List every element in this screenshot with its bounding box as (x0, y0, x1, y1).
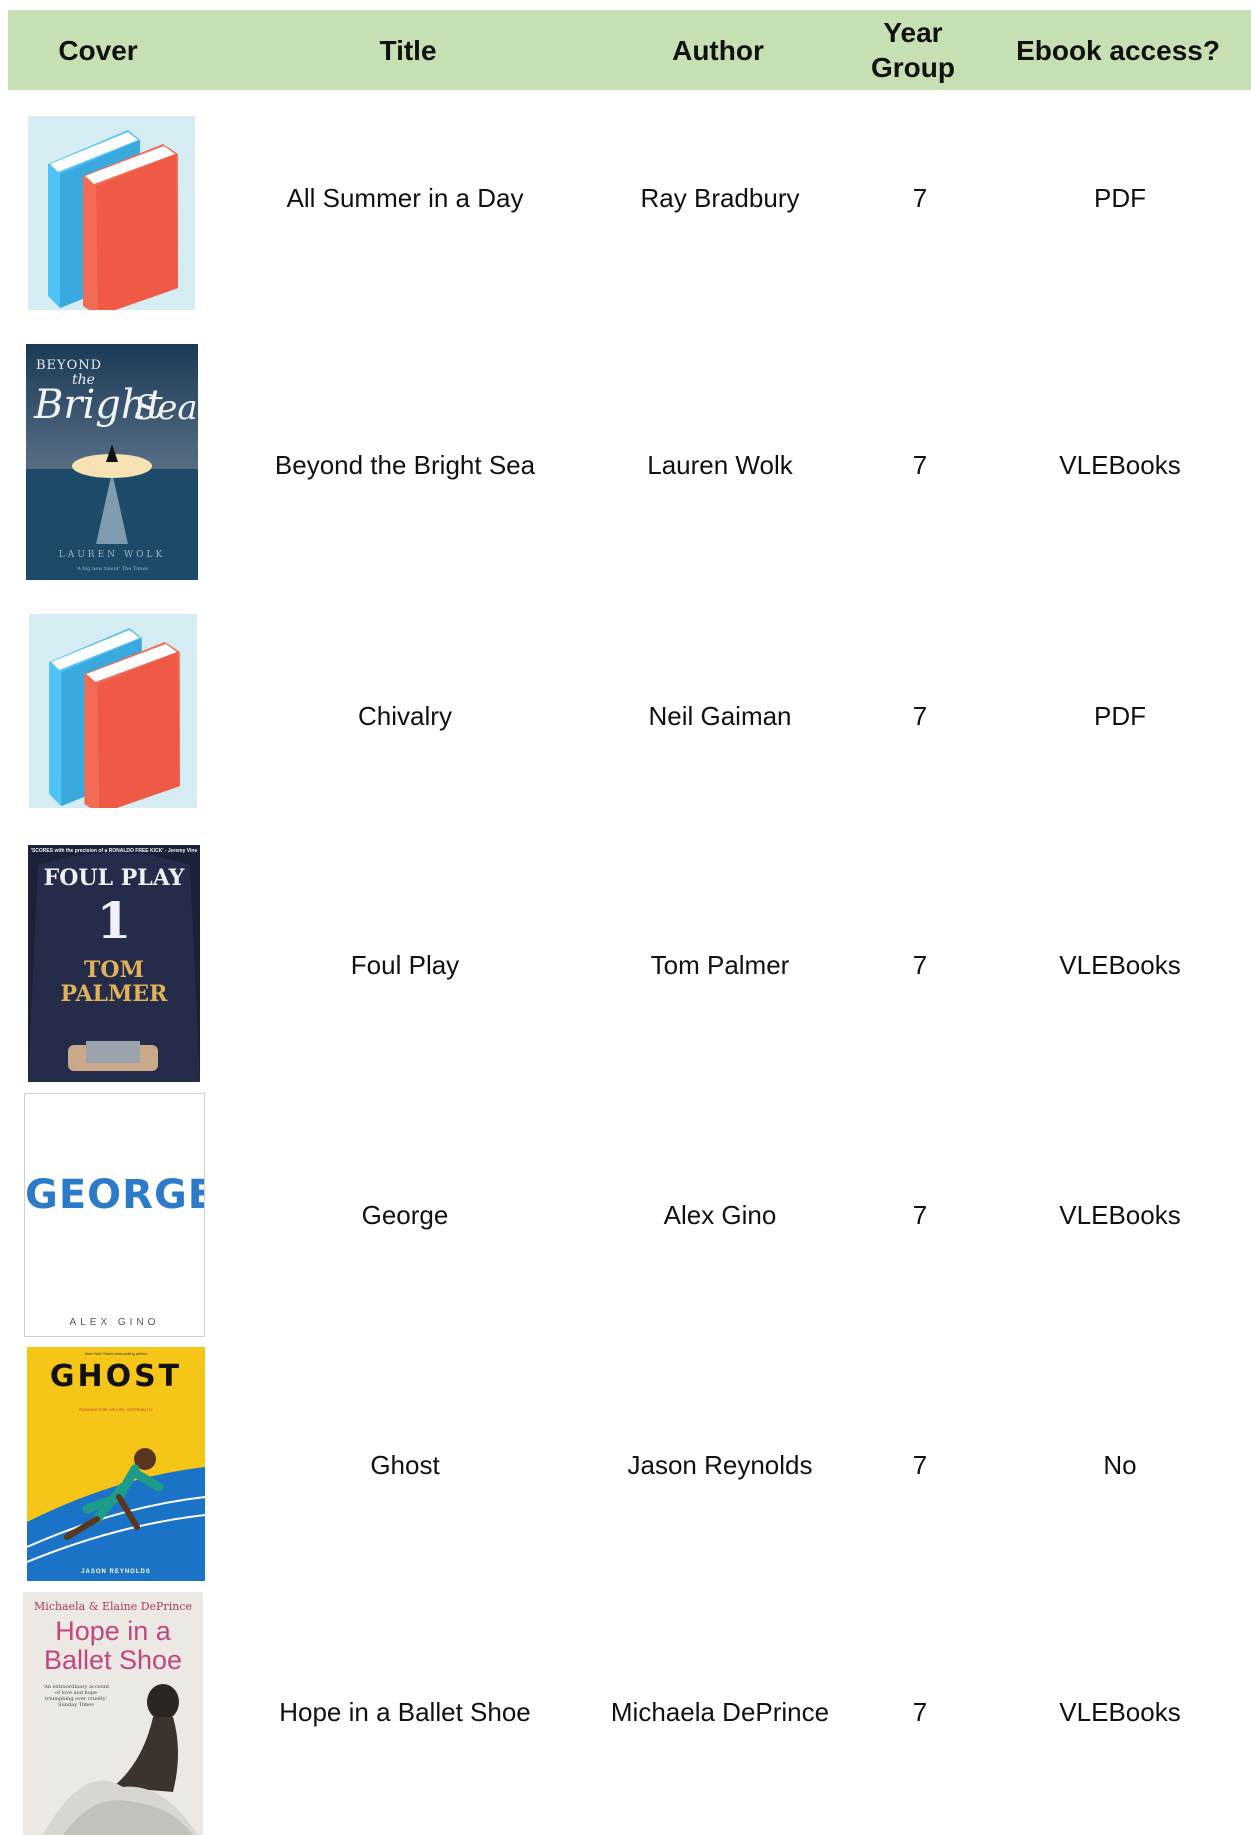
author-cell: Neil Gaiman (648, 700, 792, 731)
cover-title: GEORGE (25, 1172, 205, 1218)
author-cell: Lauren Wolk (647, 449, 793, 480)
table-row: GEORGE ALEX GINO George Alex Gino 7 VLEB… (0, 1090, 1251, 1340)
title-cell: Beyond the Bright Sea (274, 449, 536, 480)
cover-title-line2: Ballet Shoe (43, 1645, 183, 1675)
header-cover: Cover (58, 34, 138, 66)
george-cover: GEORGE ALEX GINO (24, 1093, 205, 1337)
cover-title-line4: Sea (134, 388, 198, 428)
year-cell: 7 (912, 1449, 928, 1480)
header-title: Title (379, 34, 437, 66)
table-row: Chivalry Neil Gaiman 7 PDF (0, 600, 1251, 832)
table-row: BEYOND the Bright Sea LAUREN WOLK 'A big… (0, 336, 1251, 594)
ebook-cell: VLEBooks (1059, 949, 1181, 980)
table-row: Michaela & Elaine DePrince Hope in a Bal… (0, 1590, 1251, 1835)
cover-author: LAUREN WOLK (58, 550, 166, 560)
cover-title-line1: BEYOND (36, 358, 103, 373)
title-cell: Foul Play (350, 949, 460, 980)
author-cell: Ray Bradbury (640, 182, 800, 213)
cover-title: FOUL PLAY (43, 865, 185, 891)
year-cell: 7 (912, 182, 928, 213)
hope-in-a-ballet-shoe-cover: Michaela & Elaine DePrince Hope in a Bal… (23, 1592, 203, 1835)
year-cell: 7 (912, 700, 928, 731)
cover-author: ALEX GINO (69, 1317, 160, 1328)
header-ebook-access: Ebook access? (1016, 34, 1220, 66)
title-cell: George (361, 1199, 449, 1230)
cover-title-line1: Hope in a (55, 1616, 171, 1646)
title-cell: Chivalry (358, 700, 452, 731)
foul-play-cover: 'SCORES with the precision of a RONALDO … (28, 845, 200, 1082)
ebook-cell: VLEBooks (1059, 449, 1181, 480)
ebook-cell: No (1103, 1449, 1137, 1480)
table-header: Cover Title Author Year Group Ebook acce… (8, 10, 1251, 90)
year-cell: 7 (912, 449, 928, 480)
table-row: All Summer in a Day Ray Bradbury 7 PDF (0, 98, 1251, 310)
cover-tagline: RUNNING FOR HIS LIFE, OR FROM IT? (79, 1407, 153, 1412)
cover-author-line1: TOM (84, 957, 144, 983)
year-cell: 7 (912, 949, 928, 980)
author-cell: Tom Palmer (650, 949, 790, 980)
author-cell: Alex Gino (663, 1199, 777, 1230)
ghost-cover: New York Times best-selling author GHOST… (27, 1347, 205, 1581)
ebook-cell: VLEBooks (1059, 1696, 1181, 1727)
beyond-the-bright-sea-cover: BEYOND the Bright Sea LAUREN WOLK 'A big… (26, 344, 198, 580)
table-row: New York Times best-selling author GHOST… (0, 1340, 1251, 1590)
title-cell: All Summer in a Day (286, 182, 524, 213)
cover-tagline: 'SCORES with the precision of a RONALDO … (30, 848, 198, 854)
cover-quote: 'A big new talent' The Times (75, 566, 149, 572)
generic-book-icon (29, 614, 197, 808)
ebook-cell: PDF (1094, 182, 1146, 213)
title-cell: Ghost (370, 1449, 440, 1480)
ebook-cell: PDF (1094, 700, 1146, 731)
cover-quote: 'An extraordinary account of love and ho… (42, 1684, 110, 1708)
author-cell: Michaela DePrince (610, 1696, 830, 1727)
cover-authors: Michaela & Elaine DePrince (34, 1600, 192, 1613)
cover-title: GHOST (49, 1359, 183, 1394)
year-cell: 7 (912, 1696, 928, 1727)
title-cell: Hope in a Ballet Shoe (279, 1696, 531, 1727)
cover-author: JASON REYNOLDS (81, 1569, 151, 1575)
generic-book-icon (28, 116, 195, 310)
header-author: Author (672, 34, 764, 66)
cover-kicker: New York Times best-selling author (84, 1351, 148, 1356)
cover-number: 1 (96, 891, 132, 950)
year-cell: 7 (912, 1199, 928, 1230)
header-year-group: Year Group (871, 17, 955, 83)
cover-author-line2: PALMER (60, 981, 168, 1007)
ebook-cell: VLEBooks (1059, 1199, 1181, 1230)
table-row: 'SCORES with the precision of a RONALDO … (0, 840, 1251, 1090)
author-cell: Jason Reynolds (627, 1449, 813, 1480)
